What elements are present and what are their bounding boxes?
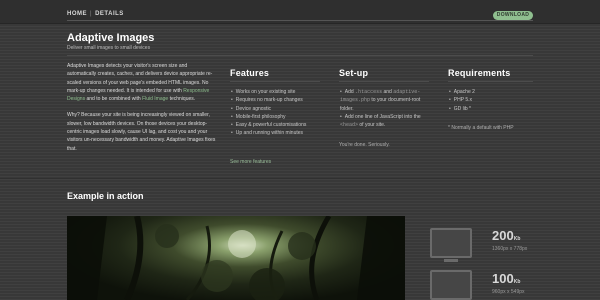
fluid-image-link[interactable]: Fluid Image — [142, 96, 168, 102]
size-large: 200Kb — [492, 228, 520, 243]
main-nav: HOME | DETAILS — [67, 11, 124, 17]
monitor-medium-icon — [430, 270, 472, 300]
download-button[interactable]: DOWNLOAD — [493, 11, 533, 20]
list-item: Apache 2 — [449, 88, 533, 96]
setup-steps-list: Add .htaccess and adaptive-images.php to… — [340, 88, 435, 129]
nav-details-link[interactable]: DETAILS — [95, 11, 124, 17]
size-large-unit: Kb — [513, 236, 521, 242]
monitor-large-stand — [444, 259, 458, 262]
list-item: GD lib * — [449, 105, 533, 113]
intro-text: Adaptive Images detects your visitor's s… — [67, 62, 217, 161]
setup-step-1: Add .htaccess and adaptive-images.php to… — [340, 88, 435, 113]
intro-paragraph-1: Adaptive Images detects your visitor's s… — [67, 62, 217, 103]
example-photo — [67, 216, 405, 300]
page-subtitle: Deliver small images to small devices — [67, 45, 151, 51]
nav-separator: | — [90, 11, 93, 17]
setup-step-2: Add one line of JavaScript into the <hea… — [340, 113, 435, 130]
monitor-large-icon — [430, 228, 472, 258]
list-item: Works on your existing site — [231, 88, 323, 96]
setup-divider — [339, 81, 429, 82]
htaccess-code: .htaccess — [355, 89, 383, 95]
page-title: Adaptive Images — [67, 32, 155, 44]
setup-heading: Set-up — [339, 68, 369, 78]
requirements-heading: Requirements — [448, 68, 511, 78]
requirements-divider — [448, 81, 533, 82]
requirements-note: * Normally a default with PHP — [448, 125, 514, 131]
features-list: Works on your existing site Requires no … — [231, 88, 323, 138]
intro-p1-text-b: and to be combined with — [85, 96, 143, 103]
list-item: Mobile-first philosophy — [231, 113, 323, 121]
setup-step-2-text-b: of your site. — [358, 122, 386, 129]
features-divider — [230, 81, 320, 82]
list-item: Requires no mark-up changes — [231, 96, 323, 104]
resolution-large: 1360px x 778px — [492, 246, 528, 252]
size-medium-unit: Kb — [513, 279, 521, 285]
size-medium: 100Kb — [492, 271, 520, 286]
setup-done-text: You're done. Seriously. — [339, 142, 390, 148]
head-tag-code: <head> — [340, 122, 359, 129]
list-item: PHP 5.x — [449, 96, 533, 104]
nav-home-link[interactable]: HOME — [67, 11, 87, 17]
requirements-list: Apache 2 PHP 5.x GD lib * — [449, 88, 533, 113]
list-item: Up and running within minutes — [231, 129, 323, 137]
see-more-features-link[interactable]: See more features — [230, 159, 271, 165]
intro-p1-text-c: techniques. — [168, 96, 196, 103]
resolution-medium: 960px x 549px — [492, 289, 525, 295]
list-item: Device agnostic — [231, 105, 323, 113]
intro-paragraph-2: Why? Because your site is being increasi… — [67, 112, 216, 152]
setup-step-1-text-b: and — [382, 89, 394, 95]
features-heading: Features — [230, 68, 270, 78]
setup-step-1-text-a: Add — [344, 89, 356, 95]
setup-step-2-text-a: Add one line of JavaScript into the — [344, 113, 421, 120]
size-large-value: 200 — [492, 228, 514, 243]
section-divider — [0, 178, 600, 179]
size-medium-value: 100 — [492, 271, 514, 286]
nav-divider — [67, 20, 533, 21]
forest-image — [67, 216, 405, 300]
header-divider — [67, 55, 533, 56]
example-heading: Example in action — [67, 191, 144, 201]
list-item: Easy & powerful customisations — [231, 121, 323, 129]
